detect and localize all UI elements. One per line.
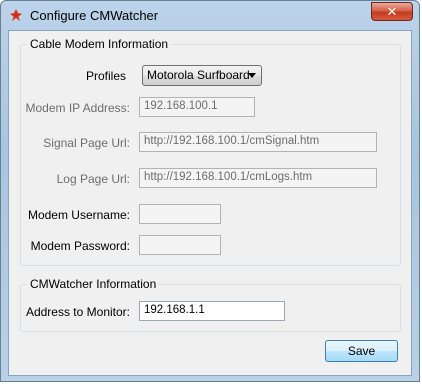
modem-password-label: Modem Password: bbox=[30, 239, 130, 253]
address-to-monitor-label: Address to Monitor: bbox=[25, 305, 130, 319]
profiles-selected-value: Motorola Surfboard bbox=[147, 68, 250, 82]
cmwatcher-group-title: CMWatcher Information bbox=[27, 277, 160, 291]
window-title: Configure CMWatcher bbox=[30, 8, 159, 23]
chevron-down-icon bbox=[248, 73, 256, 78]
dialog-window: Configure CMWatcher ✕ Cable Modem Inform… bbox=[0, 0, 420, 382]
save-button-label: Save bbox=[347, 344, 376, 358]
app-icon bbox=[10, 9, 22, 21]
modem-username-label: Modem Username: bbox=[27, 208, 130, 222]
close-button[interactable]: ✕ bbox=[371, 2, 413, 21]
log-page-url-field[interactable]: http://192.168.100.1/cmLogs.htm bbox=[139, 168, 377, 188]
profiles-label: Profiles bbox=[85, 69, 126, 83]
modem-password-field[interactable] bbox=[139, 235, 221, 255]
cable-modem-group: Cable Modem Information Profiles Motorol… bbox=[20, 37, 401, 266]
modem-username-field[interactable] bbox=[139, 204, 221, 224]
signal-page-url-label: Signal Page Url: bbox=[43, 136, 130, 150]
save-button[interactable]: Save bbox=[325, 340, 398, 362]
profiles-select[interactable]: Motorola Surfboard bbox=[142, 65, 262, 86]
cable-modem-group-title: Cable Modem Information bbox=[27, 37, 172, 51]
dialog-client-area: Cable Modem Information Profiles Motorol… bbox=[8, 30, 412, 376]
address-to-monitor-field[interactable]: 192.168.1.1 bbox=[139, 301, 285, 321]
modem-ip-label: Modem IP Address: bbox=[25, 101, 131, 115]
modem-ip-field[interactable]: 192.168.100.1 bbox=[139, 97, 255, 117]
cmwatcher-group: CMWatcher Information Address to Monitor… bbox=[20, 277, 401, 332]
signal-page-url-field[interactable]: http://192.168.100.1/cmSignal.htm bbox=[139, 132, 377, 152]
log-page-url-label: Log Page Url: bbox=[56, 172, 130, 186]
title-bar[interactable]: Configure CMWatcher ✕ bbox=[1, 1, 419, 29]
close-icon: ✕ bbox=[386, 3, 398, 19]
